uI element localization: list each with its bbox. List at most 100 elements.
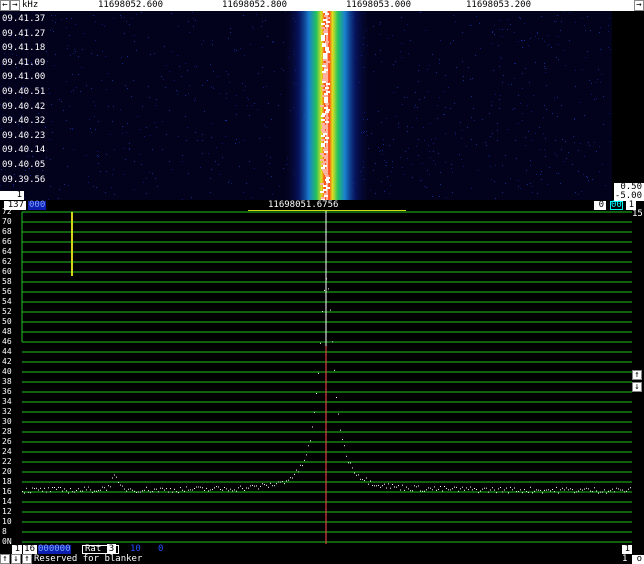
- ruler-left-button[interactable]: ←: [0, 0, 10, 11]
- bottom-right-box[interactable]: 1: [622, 545, 632, 554]
- waterfall-noise: [587, 51, 588, 52]
- spectrum-point: [538, 489, 539, 491]
- spectrum-point: [198, 486, 199, 488]
- waterfall-noise: [226, 71, 227, 72]
- time-label: 09.40.42: [2, 102, 46, 112]
- waterfall-noise: [415, 105, 416, 106]
- spectrum-point: [530, 486, 531, 488]
- waterfall-noise: [185, 116, 186, 117]
- ruler-right-button-left[interactable]: →: [10, 0, 20, 11]
- spectrum-point: [346, 455, 347, 457]
- status-up-button[interactable]: ↑: [0, 554, 10, 564]
- waterfall-noise: [218, 164, 219, 165]
- right-value-box[interactable]: 0: [594, 201, 606, 210]
- waterfall-signal: [325, 117, 329, 119]
- spectrum-point: [484, 487, 485, 489]
- waterfall-noise: [240, 48, 241, 49]
- waterfall-noise: [462, 61, 463, 62]
- spectrum-point: [356, 474, 357, 476]
- spectrum-point: [422, 490, 423, 492]
- spectrum-point: [22, 491, 23, 493]
- bottom-blue-field-2[interactable]: 10: [130, 545, 141, 554]
- waterfall-signal: [326, 109, 330, 111]
- spectrum-point: [216, 486, 217, 488]
- time-label: 09.41.09: [2, 58, 46, 68]
- waterfall-noise: [539, 127, 540, 128]
- ruler-right-button[interactable]: →: [634, 0, 644, 11]
- spectrum-point: [232, 490, 233, 492]
- waterfall-noise: [556, 173, 557, 174]
- waterfall-signal: [320, 191, 324, 193]
- spectrum-point: [464, 489, 465, 491]
- waterfall-signal: [322, 79, 326, 81]
- waterfall-noise: [95, 40, 96, 41]
- waterfall-noise: [382, 150, 383, 151]
- bottom-blue-field-3[interactable]: 0: [158, 545, 163, 554]
- spectrum-point: [424, 490, 425, 492]
- rat-field[interactable]: Rat 3: [82, 544, 120, 554]
- y-axis-label: 26: [2, 437, 12, 446]
- waterfall-noise: [601, 49, 602, 50]
- waterfall-noise: [150, 54, 151, 55]
- time-label: 09.40.32: [2, 116, 46, 126]
- spectrum-scroll-up-button[interactable]: ↑: [632, 370, 642, 380]
- waterfall-noise: [113, 18, 114, 19]
- waterfall-noise: [38, 113, 39, 114]
- waterfall-signal: [322, 95, 326, 97]
- status-down-button[interactable]: ↓: [11, 554, 21, 564]
- bottom-blue-field-1[interactable]: 000000: [38, 545, 71, 554]
- status-right-letter[interactable]: o: [632, 555, 644, 564]
- waterfall-noise: [193, 18, 194, 19]
- waterfall-noise: [379, 151, 380, 152]
- waterfall-noise: [476, 144, 477, 145]
- spectrum-point: [184, 490, 185, 492]
- waterfall-noise: [502, 36, 503, 37]
- waterfall-noise: [591, 94, 592, 95]
- spectrum-point: [328, 288, 329, 290]
- waterfall-noise: [189, 85, 190, 86]
- status-up-button-2[interactable]: ↑: [22, 554, 32, 564]
- waterfall-noise: [446, 197, 447, 198]
- waterfall-noise: [584, 156, 585, 157]
- waterfall-speed-box[interactable]: 1: [0, 191, 24, 200]
- avg-badge[interactable]: 000: [28, 201, 47, 210]
- time-label: 09.41.27: [2, 29, 46, 39]
- waterfall-noise: [265, 20, 266, 21]
- y-axis-label: 66: [2, 237, 12, 246]
- waterfall-noise: [112, 121, 113, 122]
- spectrum-point: [622, 489, 623, 491]
- waterfall-display[interactable]: 09.41.37 09.41.27 09.41.18 09.41.09 09.4…: [0, 11, 612, 200]
- bottom-box-1[interactable]: 1: [12, 545, 22, 554]
- waterfall-noise: [569, 12, 570, 13]
- waterfall-signal: [326, 91, 330, 93]
- waterfall-noise: [417, 107, 418, 108]
- spectrum-scroll-down-button[interactable]: ↓: [632, 382, 642, 392]
- waterfall-noise: [414, 107, 415, 108]
- waterfall-noise: [600, 82, 601, 83]
- waterfall-noise: [556, 155, 557, 156]
- waterfall-noise: [375, 163, 376, 164]
- spectrum-point: [448, 489, 449, 491]
- waterfall-noise: [518, 123, 519, 124]
- spectrum-display[interactable]: 72 70 68 66 64 62 60 58 56 54 52 50 48 4…: [0, 208, 644, 546]
- waterfall-signal: [322, 169, 326, 171]
- spectrum-point: [222, 489, 223, 491]
- spectrum-point: [400, 489, 401, 491]
- waterfall-noise: [599, 146, 600, 147]
- waterfall-noise: [420, 12, 421, 13]
- right-arrow-icon: →: [636, 0, 642, 10]
- right-badge[interactable]: 00: [610, 201, 623, 210]
- waterfall-noise: [73, 53, 74, 54]
- spectrum-point: [272, 485, 273, 487]
- spectrum-header: 137 000 11698051.6756 0 00 1 15: [0, 201, 644, 219]
- spectrum-point: [544, 489, 545, 491]
- waterfall-noise: [125, 85, 126, 86]
- waterfall-signal: [323, 189, 327, 191]
- spectrum-point: [416, 486, 417, 488]
- spectrum-point: [626, 490, 627, 492]
- spectrum-point: [582, 489, 583, 491]
- spectrum-point: [500, 487, 501, 488]
- bottom-box-2[interactable]: 16: [23, 545, 37, 554]
- spectrum-point: [26, 487, 27, 489]
- waterfall-noise: [53, 31, 54, 32]
